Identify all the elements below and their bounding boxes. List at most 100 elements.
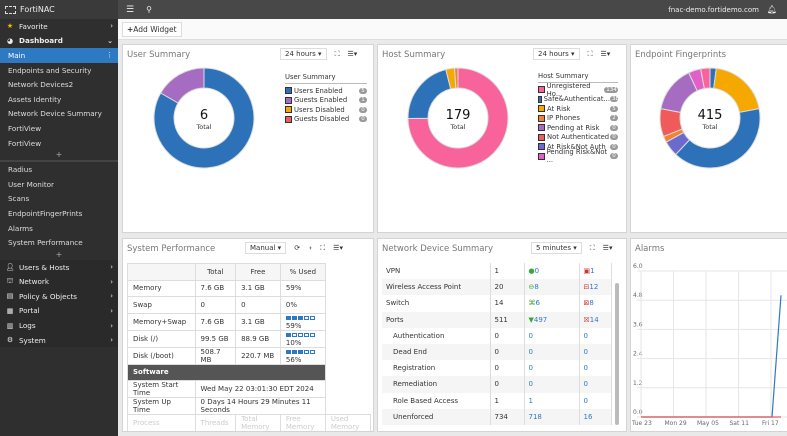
legend-item[interactable]: IP Phones 2 <box>538 114 618 124</box>
up-count-link[interactable]: 6 <box>536 299 540 307</box>
count-badge: 0 <box>610 134 618 141</box>
expand-icon[interactable]: ⛶ <box>590 244 595 253</box>
down-count-link[interactable]: 0 <box>584 364 588 372</box>
down-count-link[interactable]: 8 <box>589 299 593 307</box>
menu-icon[interactable]: ☰ <box>126 5 134 15</box>
x-tick-label: Sat 11 <box>730 420 750 427</box>
down-count-link[interactable]: 0 <box>584 380 588 388</box>
column-header: Total <box>194 263 237 281</box>
sidebar-item[interactable]: Alarms <box>0 221 118 236</box>
menu-icon[interactable]: ☰▾ <box>603 244 613 252</box>
sidebar-section[interactable]: ⛫ Network › <box>0 275 118 290</box>
up-count-link[interactable]: 1 <box>529 397 533 405</box>
sidebar-favorite[interactable]: ★ Favorite › <box>0 19 118 34</box>
up-count-link[interactable]: 0 <box>529 380 533 388</box>
table-row: Memory 7.6 GB 3.1 GB 59% <box>127 279 371 297</box>
process-column-header[interactable]: Free Memory <box>279 414 326 431</box>
down-count-link[interactable]: 1 <box>590 267 594 275</box>
menu-icon[interactable]: ☰▾ <box>600 50 610 58</box>
up-count-link[interactable]: 0 <box>529 348 533 356</box>
process-column-header[interactable]: Total Memory <box>235 414 281 431</box>
search-icon[interactable]: ⚲ <box>146 5 152 14</box>
sidebar-item[interactable]: EndpointFingerPrints <box>0 206 118 221</box>
sidebar-item-dashboard[interactable]: Network Devices2 <box>0 77 118 92</box>
sidebar-section[interactable]: ⚙ System › <box>0 333 118 348</box>
legend-swatch <box>285 96 292 104</box>
legend-item[interactable]: Unregistered Ho... 134 <box>538 82 618 98</box>
up-count-link[interactable]: 0 <box>535 267 539 275</box>
hostname[interactable]: fnac-demo.fortidemo.com <box>668 6 759 14</box>
count-badge: 5 <box>359 87 367 94</box>
brand[interactable]: FortiNAC <box>0 0 118 19</box>
scrollbar[interactable] <box>615 283 619 425</box>
menu-icon[interactable]: ☰▾ <box>347 50 357 58</box>
expand-icon[interactable]: ⛶ <box>588 50 593 59</box>
sidebar-item-dashboard[interactable]: Main ⋮ <box>0 48 118 63</box>
process-column-header[interactable]: Process <box>127 414 196 431</box>
legend-item[interactable]: Guests Disabled 0 <box>285 115 367 125</box>
logs-icon: ▥ <box>6 321 14 330</box>
legend-item[interactable]: Not Authenticated 0 <box>538 133 618 143</box>
total-label: Total <box>450 123 466 131</box>
up-count-link[interactable]: 0 <box>529 364 533 372</box>
sidebar-item[interactable]: User Monitor <box>0 177 118 192</box>
sidebar-dashboard[interactable]: ◕ Dashboard ⌄ <box>0 34 118 49</box>
sidebar-item-dashboard[interactable]: FortiView <box>0 121 118 136</box>
y-tick-label: 6.0 <box>633 263 643 270</box>
pin-icon[interactable]: ⍖ <box>308 244 312 253</box>
legend-item[interactable]: Users Disabled 0 <box>285 105 367 115</box>
legend-item[interactable]: Safe&Authenticat... 38 <box>538 95 619 105</box>
chevron-right-icon: › <box>110 292 113 301</box>
down-count-link[interactable]: 12 <box>589 283 598 291</box>
time-range-select[interactable]: 24 hours ▾ <box>533 48 580 60</box>
table-row: Ports 511 ▼497 ☒14 <box>382 311 612 328</box>
sidebar-item[interactable]: System Performance <box>0 235 118 250</box>
down-count-link[interactable]: 16 <box>584 413 593 421</box>
sidebar-section[interactable]: 👤︎ Users & Hosts › <box>0 260 118 275</box>
up-count-link[interactable]: 8 <box>534 283 538 291</box>
sidebar-section[interactable]: ▥ Logs › <box>0 318 118 333</box>
legend-item[interactable]: At Risk 5 <box>538 104 618 114</box>
bell-icon[interactable]: 🔔︎ <box>767 5 777 14</box>
legend-item[interactable]: Guests Enabled 1 <box>285 96 367 106</box>
sidebar-item-dashboard[interactable]: FortiView <box>0 136 118 151</box>
menu-icon[interactable]: ☰▾ <box>333 244 343 252</box>
legend: User Summary Users Enabled 5 Guests Enabled… <box>285 73 367 124</box>
add-dashboard-button[interactable]: + <box>0 150 118 160</box>
sidebar-item-dashboard[interactable]: Endpoints and Security <box>0 63 118 78</box>
usage-bar-segment <box>285 315 291 320</box>
chevron-right-icon: › <box>110 22 113 31</box>
time-range-select[interactable]: 24 hours ▾ <box>280 48 327 60</box>
add-item-button[interactable]: + <box>0 250 118 260</box>
column-header <box>127 263 196 281</box>
refresh-icon[interactable]: ⟳ <box>294 244 300 252</box>
sidebar-item[interactable]: Radius <box>0 162 118 177</box>
down-count-link[interactable]: 14 <box>590 316 599 324</box>
refresh-mode-select[interactable]: Manual ▾ <box>245 242 287 254</box>
table-row: Remediation 0 0 0 <box>382 376 612 393</box>
down-count-link[interactable]: 0 <box>584 397 588 405</box>
sidebar-section[interactable]: ▤ Policy & Objects › <box>0 289 118 304</box>
sidebar-section[interactable]: ▦ Portal › <box>0 304 118 319</box>
process-column-header[interactable]: Used Memory <box>324 414 372 431</box>
legend-item[interactable]: Users Enabled 5 <box>285 86 367 96</box>
down-count-link[interactable]: 0 <box>584 332 588 340</box>
sidebar-item[interactable]: Scans <box>0 192 118 207</box>
expand-icon[interactable]: ⛶ <box>335 50 340 59</box>
legend-item[interactable]: Pending Risk&Not ... 0 <box>538 148 618 164</box>
expand-icon[interactable]: ⛶ <box>320 244 325 253</box>
legend-item[interactable]: Pending at Risk 0 <box>538 123 618 133</box>
usage-bar-segment <box>291 332 297 337</box>
legend-swatch <box>285 115 292 123</box>
time-range-select[interactable]: 5 minutes ▾ <box>531 242 582 254</box>
add-widget-button[interactable]: +Add Widget <box>122 22 182 37</box>
up-count-link[interactable]: 497 <box>534 316 547 324</box>
up-count-link[interactable]: 718 <box>529 413 542 421</box>
sidebar-item-dashboard[interactable]: Assets Identity <box>0 92 118 107</box>
donut-slice[interactable] <box>713 67 760 113</box>
process-column-header[interactable]: Threads <box>194 414 237 431</box>
down-count-link[interactable]: 0 <box>584 348 588 356</box>
up-count-link[interactable]: 0 <box>529 332 533 340</box>
sidebar-item-dashboard[interactable]: Network Device Summary <box>0 107 118 122</box>
more-icon[interactable]: ⋮ <box>106 51 113 59</box>
